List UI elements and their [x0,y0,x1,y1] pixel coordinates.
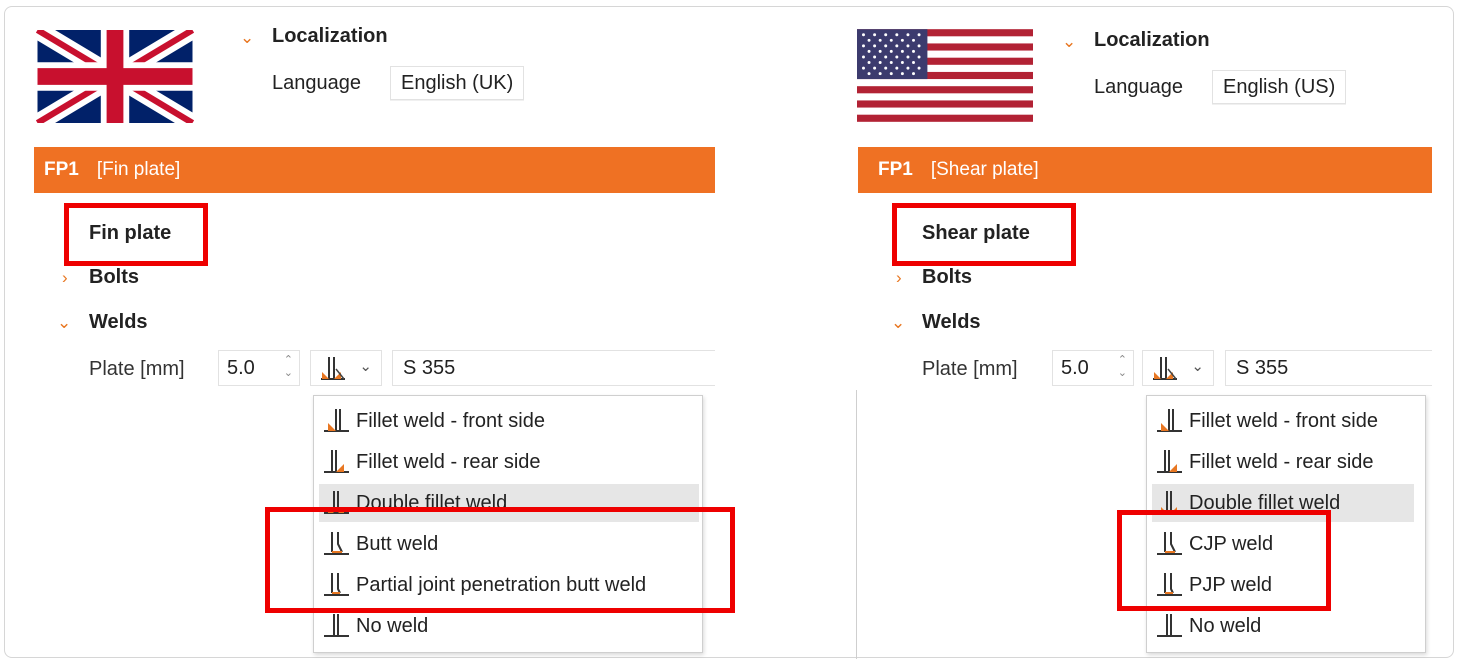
plate-thickness-value: 5.0 [1061,357,1089,379]
weld-option-fillet-rear[interactable]: Fillet weld - rear side [1147,443,1425,481]
plate-thickness-label: Plate [mm] [922,358,1018,380]
language-label: Language [272,72,361,94]
chevron-down-icon: ⌄ [359,358,372,375]
member-type: [Shear plate] [930,159,1039,180]
uk-panel: ⌄ Localization Language English (UK) FP1… [0,0,735,659]
us-flag-icon [857,29,1033,122]
weld-option-label: Fillet weld - front side [1189,410,1378,432]
plate-thickness-input[interactable]: 5.0 ⌃ ⌄ [218,350,300,386]
highlight-box-butt-welds [1117,510,1331,611]
tree-item-bolts[interactable]: Bolts [89,266,139,289]
fp1-header-bar[interactable]: FP1 [Fin plate] [34,147,715,193]
bolts-chevron-right-icon[interactable]: › [62,268,68,288]
weld-option-label: Fillet weld - rear side [356,451,541,473]
tree-item-welds[interactable]: Welds [89,311,148,334]
weld-option-none[interactable]: No weld [1147,607,1425,645]
weld-option-fillet-front[interactable]: Fillet weld - front side [314,402,702,440]
fillet-weld-front-icon [324,409,349,432]
member-type: [Fin plate] [96,159,181,180]
tree-item-bolts[interactable]: Bolts [922,266,972,289]
language-select[interactable]: English (US) [1212,70,1347,104]
chevron-down-icon: ⌄ [1191,358,1204,375]
uk-flag-icon [36,30,194,123]
weld-option-label: Fillet weld - rear side [1189,451,1374,473]
fillet-weld-rear-icon [324,450,349,473]
weld-type-select[interactable]: ⌄ [310,350,382,386]
no-weld-icon [1157,614,1182,637]
us-panel: ⌄ Localization Language English (US) FP1… [840,0,1460,659]
fillet-weld-icon [321,357,345,380]
weld-option-label: Fillet weld - front side [356,410,545,432]
weld-option-fillet-front[interactable]: Fillet weld - front side [1147,402,1425,440]
weld-type-select[interactable]: ⌄ [1142,350,1214,386]
spinner-icon[interactable]: ⌃ ⌄ [1118,354,1127,380]
localization-chevron-down-icon[interactable]: ⌄ [240,28,254,48]
plate-thickness-input[interactable]: 5.0 ⌃ ⌄ [1052,350,1134,386]
fp1-header-bar[interactable]: FP1 [Shear plate] [858,147,1432,193]
localization-title: Localization [1094,29,1210,51]
no-weld-icon [324,614,349,637]
plate-thickness-value: 5.0 [227,357,255,379]
highlight-box-plate [892,203,1076,266]
fillet-weld-front-icon [1157,409,1182,432]
plate-thickness-label: Plate [mm] [89,358,185,380]
weld-option-label: No weld [1189,615,1262,637]
language-select[interactable]: English (UK) [390,66,525,100]
member-id: FP1 [878,159,913,180]
localization-chevron-down-icon[interactable]: ⌄ [1062,32,1076,52]
tree-item-welds[interactable]: Welds [922,311,981,334]
highlight-box-plate [64,203,208,266]
plate-material-select[interactable]: S 355 [1225,350,1432,386]
weld-option-fillet-rear[interactable]: Fillet weld - rear side [314,443,702,481]
highlight-box-butt-welds [265,507,735,613]
welds-chevron-down-icon[interactable]: ⌄ [57,313,71,333]
fillet-weld-rear-icon [1157,450,1182,473]
bolts-chevron-right-icon[interactable]: › [896,268,902,288]
localization-title: Localization [272,25,388,47]
welds-chevron-down-icon[interactable]: ⌄ [891,313,905,333]
member-id: FP1 [44,159,79,180]
plate-material-select[interactable]: S 355 [392,350,715,386]
fillet-weld-icon [1153,357,1177,380]
language-label: Language [1094,76,1183,98]
spinner-icon[interactable]: ⌃ ⌄ [284,354,293,380]
